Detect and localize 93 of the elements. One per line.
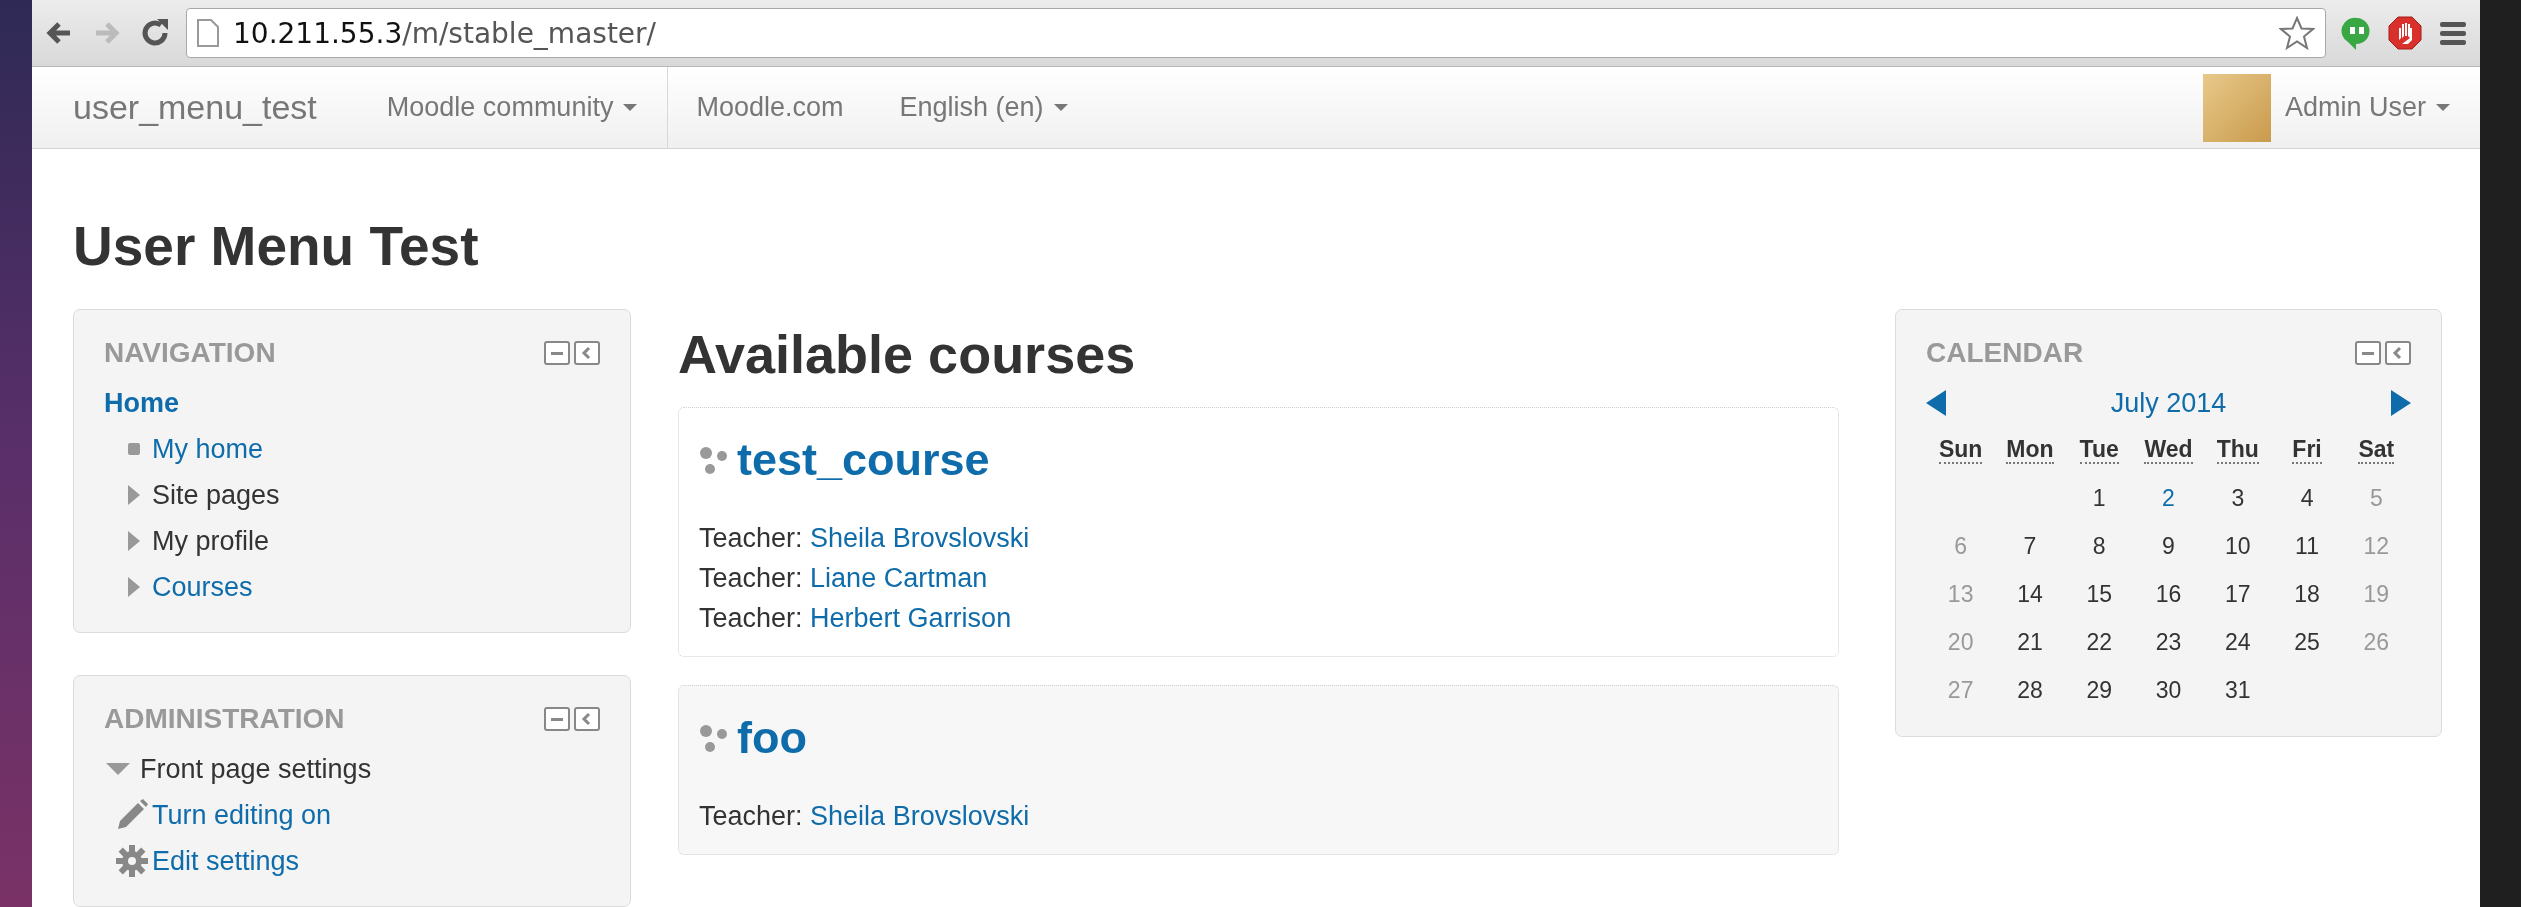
gear-icon <box>116 845 148 877</box>
teacher-link[interactable]: Liane Cartman <box>810 563 988 593</box>
course-link[interactable]: foo <box>737 712 807 764</box>
connected-dots-icon <box>699 723 729 753</box>
teacher-link[interactable]: Sheila Brovslovski <box>810 801 1030 831</box>
calendar-day: 27 <box>1947 676 1974 704</box>
calendar-day: 15 <box>2086 580 2112 608</box>
page-icon <box>197 19 219 47</box>
teacher-link[interactable]: Sheila Brovslovski <box>810 523 1030 553</box>
calendar-day: 13 <box>1947 580 1974 608</box>
weekday-header: Fri <box>2292 436 2322 464</box>
weekday-header: Wed <box>2144 436 2193 464</box>
calendar-day: 6 <box>1954 532 1968 560</box>
page-title: User Menu Test <box>73 214 480 279</box>
calendar-day: 28 <box>2017 676 2043 704</box>
address-field[interactable]: 10.211.55.3/m/stable_master/ <box>186 8 2326 58</box>
block-title: CALENDAR <box>1926 337 2085 369</box>
triangle-right-icon[interactable] <box>128 485 140 505</box>
connected-dots-icon <box>699 445 729 475</box>
left-arrow-square-icon[interactable] <box>2385 341 2411 365</box>
nav-item[interactable]: Front page settings <box>140 753 372 785</box>
weekday-header: Sat <box>2358 436 2395 464</box>
course-link[interactable]: test_course <box>737 434 990 486</box>
teacher-line: Teacher: Liane Cartman <box>699 562 989 595</box>
stop-hand-icon[interactable] <box>2388 16 2422 50</box>
previous-month-icon[interactable] <box>1926 390 1946 416</box>
url-text: 10.211.55.3/m/stable_master/ <box>233 16 657 50</box>
caret-icon <box>623 104 638 111</box>
caret-icon <box>2436 104 2450 111</box>
teacher-line: Teacher: Herbert Garrison <box>699 602 1013 635</box>
nav-link[interactable]: My home <box>152 433 264 465</box>
calendar-day: 21 <box>2017 628 2043 656</box>
calendar-day: 12 <box>2363 532 2390 560</box>
calendar-day: 23 <box>2155 628 2182 656</box>
calendar-day: 17 <box>2225 580 2251 608</box>
calendar-day: 19 <box>2363 580 2390 608</box>
calendar-day: 3 <box>2231 484 2245 512</box>
pencil-icon <box>116 799 148 831</box>
nav-menu[interactable]: Moodle.com <box>668 66 872 149</box>
caret-icon <box>1053 104 1068 111</box>
weekday-header: Thu <box>2216 436 2259 464</box>
nav-link[interactable]: Turn editing on <box>152 799 332 831</box>
calendar-day: 1 <box>2092 484 2106 512</box>
calendar-day: 4 <box>2300 484 2314 512</box>
calendar-day: 16 <box>2155 580 2182 608</box>
calendar-day: 14 <box>2017 580 2043 608</box>
calendar-day: 20 <box>1947 628 1974 656</box>
avatar-photo[interactable] <box>2202 73 2271 142</box>
next-month-icon[interactable] <box>2391 390 2411 416</box>
weekday-header: Mon <box>2006 436 2054 464</box>
calendar-day: 31 <box>2225 676 2251 704</box>
calendar-day: 11 <box>2295 532 2319 560</box>
user-menu[interactable]: Admin User <box>2270 66 2450 149</box>
star-icon[interactable] <box>2279 16 2315 50</box>
block-title: ADMINISTRATION <box>104 703 346 735</box>
calendar-day: 29 <box>2086 676 2112 704</box>
section-heading: Available courses <box>678 323 1137 386</box>
calendar-day: 18 <box>2294 580 2320 608</box>
weekday-header: Sun <box>1938 436 1983 464</box>
nav-link[interactable]: Home <box>104 387 179 419</box>
calendar-day-link[interactable]: 2 <box>2162 484 2175 512</box>
weekday-header: Tue <box>2079 436 2119 464</box>
calendar-day: 10 <box>2225 532 2251 560</box>
left-arrow-square-icon[interactable] <box>574 707 600 731</box>
nav-menu[interactable]: English (en) <box>871 66 1096 149</box>
nav-link[interactable]: Edit settings <box>152 845 300 877</box>
teacher-line: Teacher: Sheila Brovslovski <box>699 800 1031 833</box>
minus-square-icon[interactable] <box>2355 341 2381 365</box>
teacher-link[interactable]: Herbert Garrison <box>810 603 1012 633</box>
calendar-day: 7 <box>2023 532 2037 560</box>
calendar-day: 30 <box>2155 676 2182 704</box>
nav-link[interactable]: Courses <box>152 571 253 603</box>
site-name[interactable]: user_menu_test <box>73 88 359 127</box>
calendar-day: 5 <box>2369 484 2383 512</box>
minus-square-icon[interactable] <box>544 707 570 731</box>
triangle-down-icon[interactable] <box>106 763 130 775</box>
triangle-right-icon[interactable] <box>128 531 140 551</box>
nav-item[interactable]: My profile <box>152 525 270 557</box>
left-arrow-square-icon[interactable] <box>574 341 600 365</box>
nav-item[interactable]: Site pages <box>152 479 280 511</box>
teacher-line: Teacher: Sheila Brovslovski <box>699 522 1031 555</box>
calendar-day: 24 <box>2225 628 2251 656</box>
nav-menu[interactable]: Moodle community <box>358 66 669 149</box>
calendar-day: 22 <box>2086 628 2112 656</box>
bullet-icon <box>128 443 140 455</box>
triangle-right-icon[interactable] <box>128 577 140 597</box>
calendar-day: 8 <box>2092 532 2106 560</box>
calendar-day: 25 <box>2294 628 2320 656</box>
month-link[interactable]: July 2014 <box>2104 386 2233 420</box>
block-title: NAVIGATION <box>104 337 277 369</box>
calendar-day: 9 <box>2162 532 2175 560</box>
minus-square-icon[interactable] <box>544 341 570 365</box>
calendar-day: 26 <box>2363 628 2390 656</box>
